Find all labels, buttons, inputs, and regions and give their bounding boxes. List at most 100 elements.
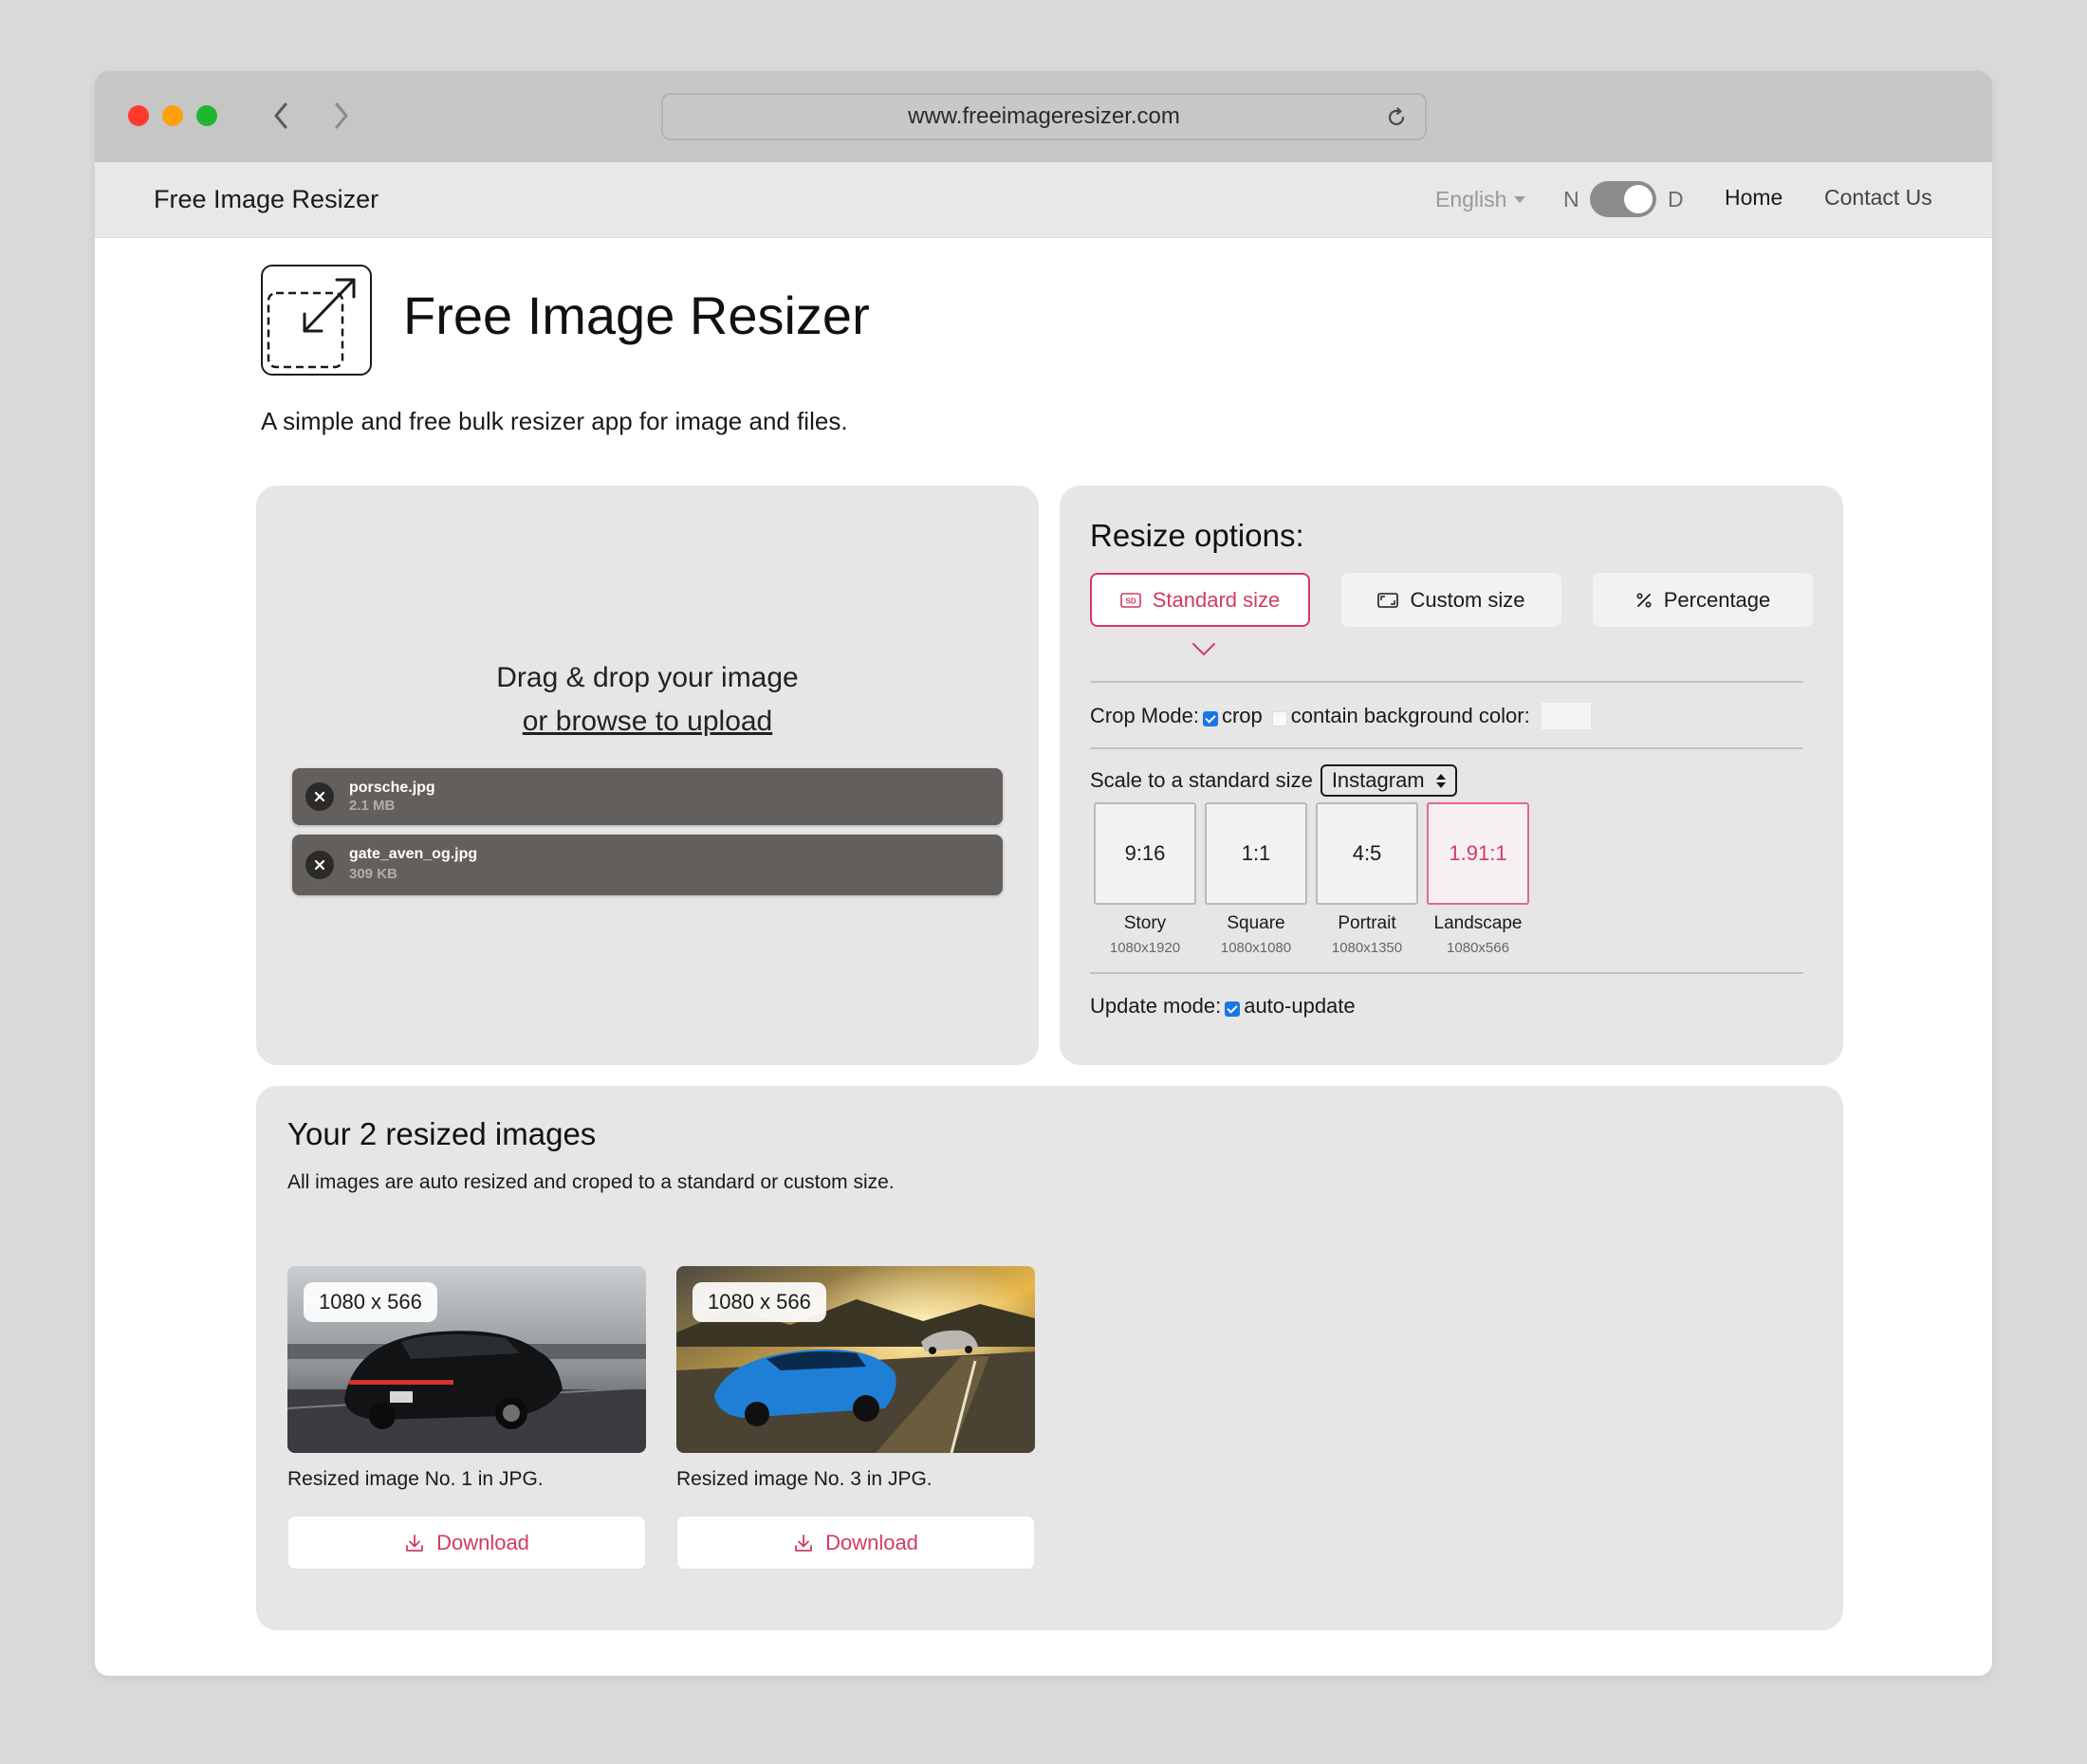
options-title: Resize options: xyxy=(1090,518,1304,553)
address-bar-url: www.freeimageresizer.com xyxy=(908,103,1180,129)
dimensions-badge: 1080 x 566 xyxy=(693,1282,826,1322)
ratio-name: Square xyxy=(1227,913,1285,933)
scale-platform-select[interactable]: Instagram xyxy=(1320,764,1457,797)
crop-mode-label: Crop Mode: xyxy=(1090,704,1199,727)
contain-label: contain background color: xyxy=(1290,704,1530,727)
ratio-card-story[interactable]: 9:16 xyxy=(1094,802,1196,905)
file-list-item: porsche.jpg 2.1 MB xyxy=(292,768,1003,825)
chevron-down-icon xyxy=(1192,643,1215,655)
background-color-picker[interactable] xyxy=(1541,703,1591,729)
browser-window: www.freeimageresizer.com Free Image Resi… xyxy=(95,71,1992,1676)
dimensions-badge: 1080 x 566 xyxy=(304,1282,437,1322)
download-button[interactable]: Download xyxy=(676,1516,1035,1570)
percent-icon xyxy=(1636,592,1652,608)
aspect-ratio-icon xyxy=(1377,592,1399,608)
select-arrows-icon xyxy=(1435,773,1446,788)
percentage-button[interactable]: Percentage xyxy=(1593,573,1813,627)
dropzone-text: Drag & drop your image xyxy=(496,662,799,693)
result-caption: Resized image No. 1 in JPG. xyxy=(287,1468,544,1490)
ratio-dimensions: 1080x1920 xyxy=(1109,940,1181,956)
language-dropdown[interactable]: English xyxy=(1435,187,1526,212)
browser-titlebar: www.freeimageresizer.com xyxy=(95,71,1992,162)
maximize-window-button[interactable] xyxy=(196,105,217,126)
file-name: gate_aven_og.jpg xyxy=(349,846,478,862)
ratio-value: 4:5 xyxy=(1352,841,1382,865)
result-card: 1080 x 566 Resized image No. 3 in JPG. D… xyxy=(676,1266,1035,1570)
percentage-label: Percentage xyxy=(1663,587,1771,612)
standard-size-button[interactable]: SD Standard size xyxy=(1090,573,1310,627)
file-size: 2.1 MB xyxy=(349,798,396,814)
page-subtitle: A simple and free bulk resizer app for i… xyxy=(261,407,848,435)
options-divider xyxy=(1090,681,1803,683)
download-label: Download xyxy=(436,1530,529,1554)
ratio-name: Portrait xyxy=(1338,913,1396,933)
options-divider xyxy=(1090,747,1803,749)
close-icon xyxy=(314,791,325,802)
ratio-dimensions: 1080x1350 xyxy=(1331,940,1403,956)
remove-file-button[interactable] xyxy=(305,782,334,811)
scale-label: Scale to a standard size xyxy=(1090,768,1313,792)
download-icon xyxy=(406,1534,423,1552)
theme-toggle[interactable] xyxy=(1590,181,1656,217)
upload-dropzone[interactable]: Drag & drop your image or browse to uplo… xyxy=(256,486,1039,1065)
ratio-card-portrait[interactable]: 4:5 xyxy=(1316,802,1418,905)
minimize-window-button[interactable] xyxy=(162,105,183,126)
ratio-dimensions: 1080x566 xyxy=(1447,940,1509,956)
options-divider xyxy=(1090,972,1803,974)
language-label: English xyxy=(1435,187,1507,211)
custom-size-button[interactable]: Custom size xyxy=(1341,573,1561,627)
file-name: porsche.jpg xyxy=(349,780,435,796)
nav-home-link[interactable]: Home xyxy=(1725,185,1782,211)
scale-row: Scale to a standard size Instagram xyxy=(1090,764,1457,797)
close-window-button[interactable] xyxy=(128,105,149,126)
ratio-value: 1.91:1 xyxy=(1449,841,1507,865)
results-panel: Your 2 resized images All images are aut… xyxy=(256,1086,1843,1630)
ratio-card-square[interactable]: 1:1 xyxy=(1205,802,1307,905)
theme-toggle-night-label: N xyxy=(1563,187,1579,211)
download-label: Download xyxy=(825,1530,918,1554)
browse-upload-link[interactable]: or browse to upload xyxy=(523,706,773,737)
page-title: Free Image Resizer xyxy=(403,285,870,345)
results-title: Your 2 resized images xyxy=(287,1116,597,1151)
result-card: 1080 x 566 Resized image No. 1 in JPG. D… xyxy=(287,1266,646,1570)
results-subtitle: All images are auto resized and croped t… xyxy=(287,1171,895,1193)
forward-arrow-icon[interactable] xyxy=(324,98,359,134)
ratio-card-landscape[interactable]: 1.91:1 xyxy=(1427,802,1529,905)
file-list-item: gate_aven_og.jpg 309 KB xyxy=(292,835,1003,895)
ratio-name: Story xyxy=(1123,913,1167,933)
reload-icon[interactable] xyxy=(1385,106,1408,129)
ratio-value: 9:16 xyxy=(1124,841,1166,865)
ratio-value: 1:1 xyxy=(1241,841,1271,865)
resize-options-panel: Resize options: SD Standard size Custom … xyxy=(1060,486,1843,1065)
remove-file-button[interactable] xyxy=(305,851,334,879)
ratio-dimensions: 1080x1080 xyxy=(1220,940,1292,956)
crop-label: crop xyxy=(1221,704,1263,727)
close-icon xyxy=(314,859,325,871)
download-icon xyxy=(795,1534,812,1552)
download-button[interactable]: Download xyxy=(287,1516,646,1570)
resized-image-preview[interactable]: 1080 x 566 xyxy=(287,1266,646,1453)
update-mode-row: Update mode: auto-update xyxy=(1090,994,1356,1019)
auto-update-label: auto-update xyxy=(1244,994,1356,1018)
resized-image-preview[interactable]: 1080 x 566 xyxy=(676,1266,1035,1453)
nav-contact-link[interactable]: Contact Us xyxy=(1824,185,1932,211)
update-mode-label: Update mode: xyxy=(1090,994,1222,1018)
ratio-name: Landscape xyxy=(1433,913,1523,933)
crop-mode-row: Crop Mode: crop contain background color… xyxy=(1090,703,1591,729)
svg-text:SD: SD xyxy=(1125,597,1136,605)
contain-checkbox[interactable] xyxy=(1271,711,1287,726)
theme-toggle-day-label: D xyxy=(1668,187,1684,211)
file-size: 309 KB xyxy=(349,866,397,882)
caret-down-icon xyxy=(1514,196,1526,203)
address-bar[interactable]: www.freeimageresizer.com xyxy=(661,93,1427,140)
standard-size-label: Standard size xyxy=(1152,587,1281,612)
brand-link[interactable]: Free Image Resizer xyxy=(154,185,379,214)
back-arrow-icon[interactable] xyxy=(264,98,298,134)
toggle-knob xyxy=(1624,185,1653,213)
sd-icon: SD xyxy=(1119,592,1141,608)
result-caption: Resized image No. 3 in JPG. xyxy=(676,1468,933,1490)
resize-logo-icon xyxy=(261,265,372,376)
auto-update-checkbox[interactable] xyxy=(1225,1001,1241,1017)
crop-checkbox[interactable] xyxy=(1202,711,1218,726)
scale-select-value: Instagram xyxy=(1331,768,1425,792)
